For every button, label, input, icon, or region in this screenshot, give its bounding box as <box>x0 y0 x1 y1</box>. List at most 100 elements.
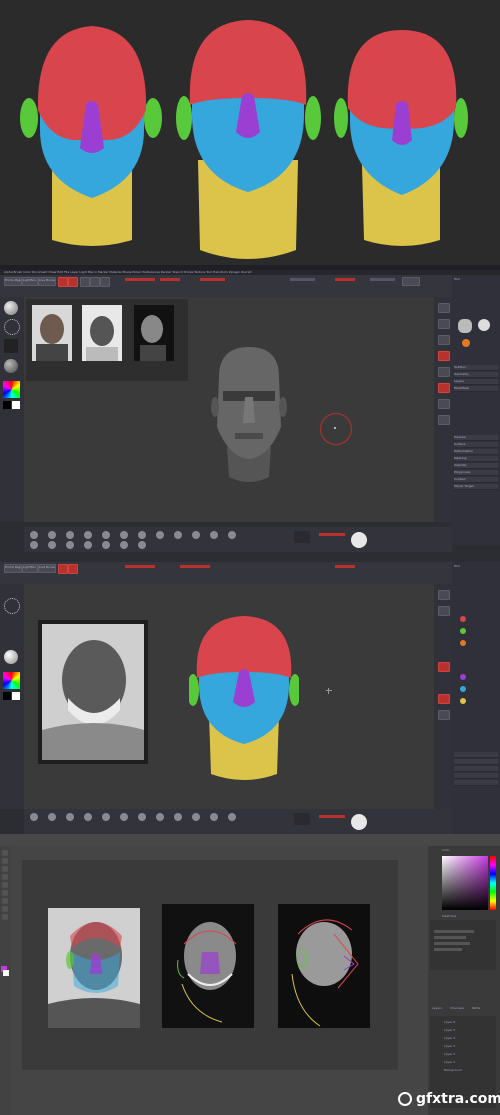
preview-row[interactable]: Preview <box>454 435 498 441</box>
draw-size-slider[interactable] <box>335 278 355 281</box>
menu-movie[interactable]: Movie <box>122 270 131 274</box>
rgb-slider-2[interactable] <box>125 565 155 568</box>
z-intensity-slider-2[interactable] <box>180 565 210 568</box>
menu-layer[interactable]: Layer <box>70 270 78 274</box>
zoom-button[interactable] <box>438 335 450 345</box>
z-intensity-slider[interactable] <box>200 278 225 281</box>
layers-row[interactable]: Layers <box>454 379 498 385</box>
live-boolean-button-2[interactable]: Live Boolean <box>38 564 56 573</box>
menu-texture[interactable]: Texture <box>194 270 205 274</box>
move-button[interactable] <box>80 277 90 287</box>
focal-shift-slider[interactable] <box>290 278 315 281</box>
transp-button-2[interactable] <box>438 710 450 720</box>
tool-thumbnail-yellow[interactable] <box>460 698 466 704</box>
layer-item[interactable]: Layer 5 <box>444 1028 455 1032</box>
tool-tray-row-1[interactable] <box>454 752 498 758</box>
tool-thumbnail-red[interactable] <box>460 616 466 622</box>
marquee-tool[interactable] <box>2 858 8 864</box>
zbrush-canvas-2[interactable] <box>24 584 434 809</box>
frame-button-2[interactable] <box>438 662 450 672</box>
lightbox-button[interactable]: LightBox <box>22 277 38 286</box>
subtool-row[interactable]: SubTool <box>454 365 498 371</box>
stroke-thumbnail-2[interactable] <box>4 598 20 614</box>
ps-paths-panel-title[interactable]: Paths <box>472 1006 480 1010</box>
move-tool[interactable] <box>2 850 8 856</box>
live-boolean-button[interactable]: Live Boolean <box>38 277 56 286</box>
polygroups-row[interactable]: Polygroups <box>454 470 498 476</box>
crop-tool[interactable] <box>2 874 8 880</box>
eyedropper-tool[interactable] <box>2 882 8 888</box>
tool-thumbnail-fire-2[interactable] <box>460 640 466 646</box>
brush-tool[interactable] <box>2 890 8 896</box>
material-thumbnail-2[interactable] <box>4 650 18 664</box>
menu-stroke[interactable]: Stroke <box>184 270 194 274</box>
menu-document[interactable]: Document <box>32 270 48 274</box>
contact-row[interactable]: Contact <box>454 477 498 483</box>
home-page-button-2[interactable]: Home Page <box>4 564 22 573</box>
menu-marker[interactable]: Marker <box>98 270 108 274</box>
move-view-button[interactable] <box>438 367 450 377</box>
brush-palette[interactable] <box>24 527 452 552</box>
zbrush-canvas[interactable] <box>24 297 434 522</box>
menu-edit[interactable]: Edit <box>57 270 63 274</box>
tool-tray-row-5[interactable] <box>454 780 498 786</box>
menu-file[interactable]: File <box>64 270 69 274</box>
layer-item[interactable]: Layer 4 <box>444 1036 455 1040</box>
edit-button[interactable] <box>58 277 68 287</box>
layer-item[interactable]: Layer 2 <box>444 1052 455 1056</box>
ps-color-field[interactable] <box>442 856 488 910</box>
fibermesh-row[interactable]: FiberMesh <box>454 386 498 392</box>
brush-palette-2[interactable] <box>24 809 452 834</box>
edit-button-2[interactable] <box>58 564 68 574</box>
scroll-button-2[interactable] <box>438 606 450 616</box>
text-tool[interactable] <box>2 906 8 912</box>
frame-button[interactable] <box>438 351 450 361</box>
menu-light[interactable]: Light <box>79 270 87 274</box>
ps-hue-slider[interactable] <box>490 856 496 910</box>
menu-material[interactable]: Material <box>109 270 121 274</box>
menu-render[interactable]: Render <box>161 270 172 274</box>
ps-channels-panel-title[interactable]: Channels <box>450 1006 464 1010</box>
tool-thumbnail-fire[interactable] <box>462 339 470 347</box>
polyf-button[interactable] <box>438 383 450 393</box>
tool-tray-row-3[interactable] <box>454 766 498 772</box>
home-page-button[interactable]: Home Page <box>4 277 22 286</box>
dynamic-slider[interactable] <box>370 278 395 281</box>
menu-tool[interactable]: Tool <box>206 270 212 274</box>
menu-zplugin[interactable]: Zplugin <box>229 270 240 274</box>
visibility-row[interactable]: Visibility <box>454 463 498 469</box>
color-picker-2[interactable] <box>3 672 20 689</box>
lasso-tool[interactable] <box>2 866 8 872</box>
menu-preferences[interactable]: Preferences <box>142 270 160 274</box>
hand-tool[interactable] <box>2 914 8 920</box>
zadd-slider[interactable] <box>160 278 180 281</box>
menu-picker[interactable]: Picker <box>132 270 141 274</box>
color-swatch-white-2[interactable] <box>12 692 20 700</box>
tool-thumbnail-blue[interactable] <box>460 686 466 692</box>
stroke-thumbnail[interactable] <box>4 319 20 335</box>
transp-button[interactable] <box>438 399 450 409</box>
solo-button[interactable] <box>438 415 450 425</box>
bpr-button[interactable] <box>438 303 450 313</box>
layer-item[interactable]: Background <box>444 1068 462 1072</box>
layer-item[interactable]: Layer 1 <box>444 1060 455 1064</box>
draw-button[interactable] <box>68 277 78 287</box>
color-swatch-black[interactable] <box>3 401 11 409</box>
menu-color[interactable]: Color <box>23 270 31 274</box>
color-picker[interactable] <box>3 381 20 398</box>
scale-button[interactable] <box>90 277 100 287</box>
draw-size-slider-2[interactable] <box>335 565 355 568</box>
geometry-row[interactable]: Geometry <box>454 372 498 378</box>
tool-thumbnail-purple[interactable] <box>460 674 466 680</box>
scroll-button[interactable] <box>438 319 450 329</box>
material-thumbnail[interactable] <box>4 359 18 373</box>
ps-swatches-panel-title[interactable]: Swatches <box>442 914 456 918</box>
lightbox-button-2[interactable]: LightBox <box>22 564 38 573</box>
tool-thumbnail-sphere[interactable] <box>478 319 490 331</box>
tool-tray-row-2[interactable] <box>454 759 498 765</box>
eraser-tool[interactable] <box>2 898 8 904</box>
tool-tray-row-4[interactable] <box>454 773 498 779</box>
layer-item[interactable]: Layer 3 <box>444 1044 455 1048</box>
tool-thumbnail-green[interactable] <box>460 628 466 634</box>
tool-thumbnail-head[interactable] <box>458 319 472 333</box>
